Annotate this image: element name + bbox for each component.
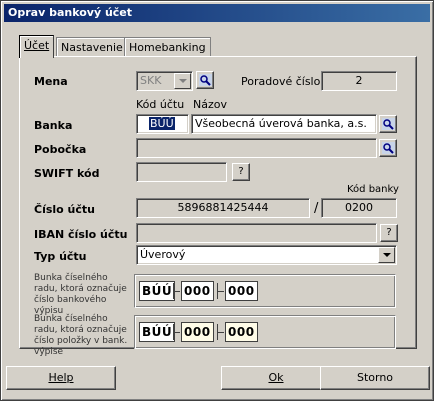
kod-banky-field[interactable]: 0200 — [321, 198, 397, 218]
rad-vypis-seg2[interactable]: 000 — [181, 281, 214, 301]
segment-separator — [173, 324, 180, 340]
poradove-label: Poradové číslo — [241, 75, 321, 88]
dialog-window: Oprav bankový účet Účet Nastavenie Homeb… — [0, 0, 434, 401]
banka-label: Banka — [34, 119, 73, 132]
chevron-down-icon[interactable] — [378, 247, 395, 263]
swift-label: SWIFT kód — [34, 167, 100, 180]
cislo-uctu-label: Číslo účtu — [34, 203, 95, 216]
poradove-field: 2 — [321, 71, 397, 91]
segment-separator — [217, 324, 224, 340]
iban-label: IBAN číslo účtu — [34, 228, 128, 241]
segment-separator — [217, 283, 224, 299]
ok-button[interactable]: Ok — [221, 366, 331, 390]
banka-code-field[interactable]: BÚÚ — [136, 114, 189, 134]
swift-field[interactable] — [136, 162, 227, 182]
typ-uctu-select[interactable]: Úverový — [136, 245, 397, 265]
rad-vypis-label: Bunka číselného radu, ktorá označuje čís… — [34, 273, 127, 316]
pobocka-label: Pobočka — [34, 143, 87, 156]
tab-nastavenie[interactable]: Nastavenie — [56, 37, 128, 57]
tab-ucet-label: Účet — [24, 39, 50, 52]
rad-vypis-seg3[interactable]: 000 — [225, 281, 258, 301]
banka-name-field[interactable]: Všeobecná úverová banka, a.s. — [191, 114, 377, 134]
storno-button[interactable]: Storno — [320, 366, 430, 390]
kod-banky-header: Kód banky — [347, 184, 399, 195]
rad-vypis-seg1[interactable]: BÚÚ — [139, 281, 176, 301]
tab-ucet[interactable]: Účet — [19, 35, 55, 58]
mena-lookup-button[interactable] — [196, 71, 214, 89]
magnifier-icon — [382, 118, 395, 130]
banka-lookup-button[interactable] — [379, 115, 397, 133]
rad-polozka-group: BÚÚ 000 000 — [134, 315, 396, 349]
nazov-header: Názov — [193, 98, 227, 111]
swift-help-button[interactable]: ? — [232, 163, 250, 181]
segment-separator — [173, 283, 180, 299]
help-button[interactable]: Help — [6, 366, 116, 390]
ok-button-label: Ok — [268, 371, 284, 384]
rad-polozka-label: Bunka číselného radu, ktorá označuje čís… — [34, 314, 128, 357]
tab-homebanking-label: Homebanking — [129, 41, 206, 54]
tab-nastavenie-label: Nastavenie — [61, 41, 123, 54]
cislo-uctu-field[interactable]: 5896881425444 — [136, 198, 310, 218]
magnifier-icon — [382, 142, 395, 154]
mena-label: Mena — [34, 75, 68, 88]
iban-help-button[interactable]: ? — [380, 224, 398, 242]
typ-uctu-label: Typ účtu — [34, 250, 87, 263]
rad-polozka-seg3[interactable]: 000 — [225, 322, 258, 342]
tab-homebanking[interactable]: Homebanking — [124, 37, 211, 57]
mena-select[interactable]: SKK — [136, 71, 193, 91]
banka-code-value: BÚÚ — [149, 117, 175, 130]
typ-uctu-value: Úverový — [140, 248, 186, 261]
title-bar[interactable]: Oprav bankový účet — [4, 4, 430, 22]
account-slash: / — [314, 201, 319, 216]
help-button-label: Help — [48, 371, 74, 384]
pobocka-field[interactable] — [136, 138, 377, 158]
magnifier-icon — [199, 74, 212, 86]
storno-button-label: Storno — [356, 371, 394, 384]
iban-field[interactable] — [136, 223, 377, 243]
chevron-down-icon[interactable] — [174, 73, 191, 89]
rad-polozka-seg1[interactable]: BÚÚ — [139, 322, 176, 342]
kod-uctu-header: Kód účtu — [136, 98, 185, 111]
pobocka-lookup-button[interactable] — [379, 139, 397, 157]
rad-vypis-group: BÚÚ 000 000 — [134, 274, 396, 308]
rad-polozka-seg2[interactable]: 000 — [181, 322, 214, 342]
mena-value: SKK — [140, 74, 162, 87]
window-title: Oprav bankový účet — [8, 6, 133, 19]
